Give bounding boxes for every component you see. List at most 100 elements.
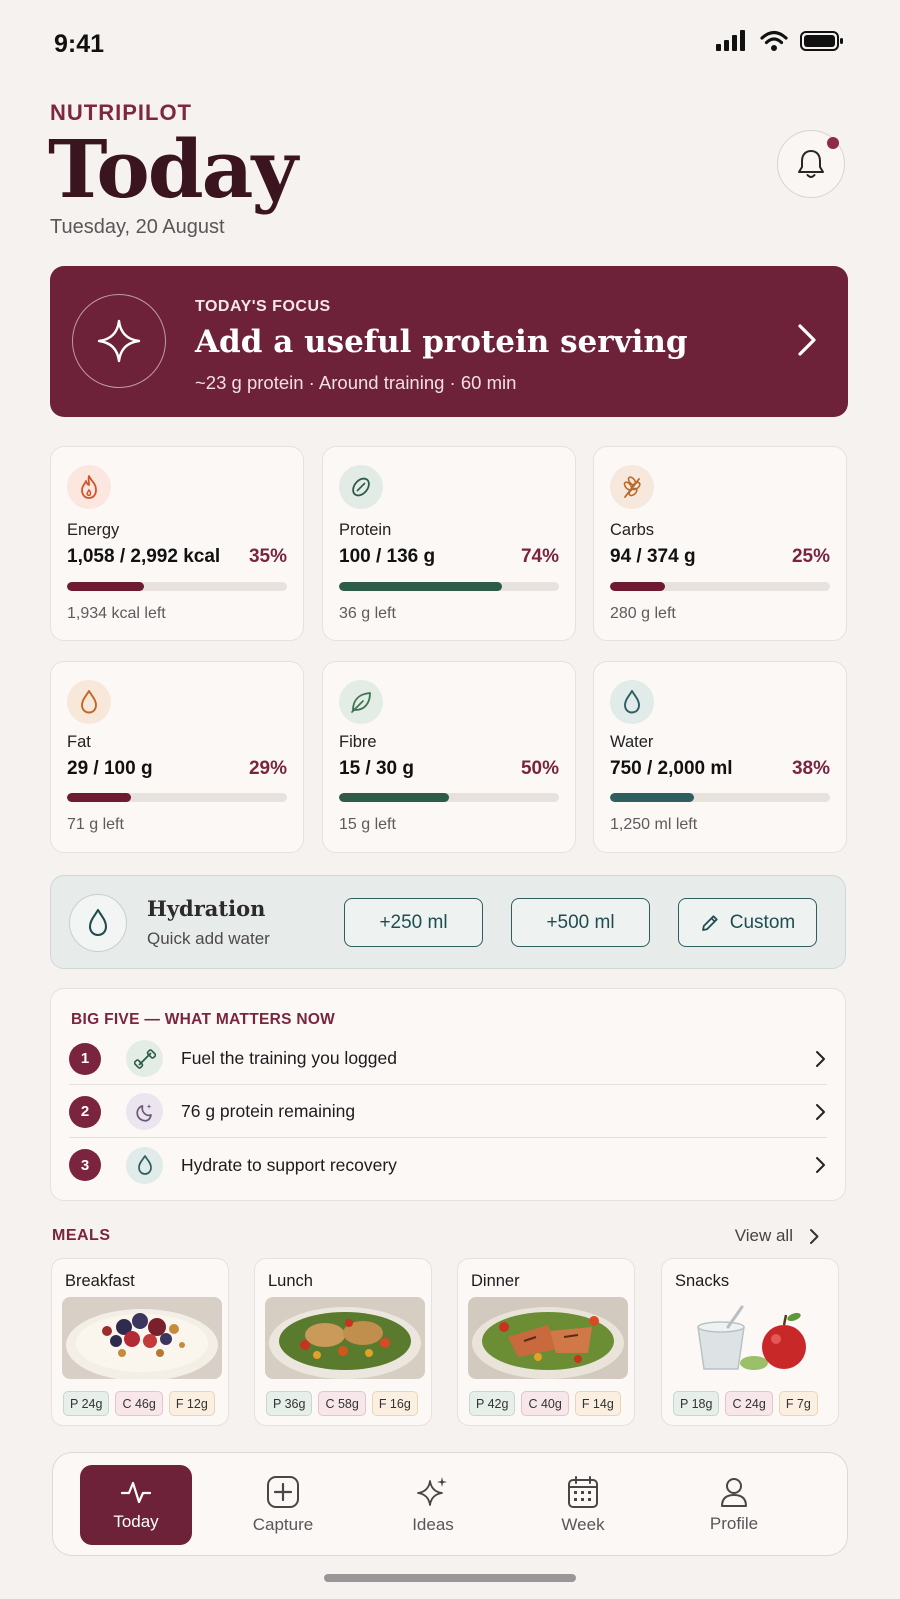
metric-card-carbs[interactable]: Carbs 94 / 374 g 25% 280 g left [593, 446, 847, 641]
battery-icon [800, 31, 843, 51]
protein-icon [339, 465, 383, 509]
big-five-item[interactable]: 2 76 g protein remaining [69, 1086, 827, 1138]
add-500ml-button[interactable]: +500 ml [511, 898, 650, 947]
macro-chips: P 42g C 40g F 14g [469, 1391, 621, 1416]
chevron-right-icon [810, 1228, 819, 1244]
progress-fill [67, 793, 131, 802]
carbs-chip: C 46g [115, 1391, 163, 1416]
meal-card-lunch[interactable]: Lunch P 36g C 58g F 16g [254, 1258, 432, 1426]
macro-chips: P 36g C 58g F 16g [266, 1391, 418, 1416]
meal-card-breakfast[interactable]: Breakfast P 24g C 46g F 12g [51, 1258, 229, 1426]
tab-label: Profile [709, 1514, 759, 1533]
item-number: 3 [69, 1149, 101, 1181]
tab-week[interactable]: Week [527, 1465, 639, 1545]
meal-name: Dinner [471, 1272, 520, 1290]
add-250ml-button[interactable]: +250 ml [344, 898, 483, 947]
metric-percent: 35% [248, 546, 287, 567]
metric-percent: 38% [791, 758, 830, 779]
tab-capture[interactable]: Capture [227, 1465, 339, 1545]
big-five-title: BIG FIVE — WHAT MATTERS NOW [71, 1011, 336, 1028]
carbs-chip: C 40g [521, 1391, 569, 1416]
metric-card-water[interactable]: Water 750 / 2,000 ml 38% 1,250 ml left [593, 661, 847, 853]
progress-fill [610, 582, 665, 591]
metric-card-energy[interactable]: Energy 1,058 / 2,992 kcal 35% 1,934 kcal… [50, 446, 304, 641]
carbs-chip: C 58g [318, 1391, 366, 1416]
tab-label: Capture [252, 1515, 314, 1534]
metric-card-fat[interactable]: Fat 29 / 100 g 29% 71 g left [50, 661, 304, 853]
meal-card-snacks[interactable]: Snacks P 18g C 24g F 7g [661, 1258, 839, 1426]
bottom-tab-bar: Today Capture Ideas Week Profile [52, 1452, 848, 1556]
cellular-signal-icon [716, 30, 745, 51]
meal-name: Snacks [675, 1272, 730, 1290]
protein-chip: P 42g [469, 1391, 516, 1416]
focus-kicker: TODAY'S FOCUS [195, 298, 331, 315]
page-title: Today [48, 122, 298, 216]
progress-fill [610, 793, 694, 802]
page-date: Tuesday, 20 August [50, 216, 225, 238]
lunch-photo [265, 1297, 425, 1379]
progress-fill [67, 582, 144, 591]
big-five-item[interactable]: 1 Fuel the training you logged [69, 1033, 827, 1085]
progress-fill [339, 793, 449, 802]
progress-track [67, 582, 287, 591]
macro-chips: P 18g C 24g F 7g [673, 1391, 818, 1416]
progress-track [339, 582, 559, 591]
tab-today[interactable]: Today [80, 1465, 192, 1545]
todays-focus-card[interactable]: TODAY'S FOCUS Add a useful protein servi… [50, 266, 848, 417]
tab-label: Ideas [412, 1515, 454, 1534]
custom-label: Custom [729, 911, 796, 933]
status-time: 9:41 [54, 30, 105, 58]
metric-card-fibre[interactable]: Fibre 15 / 30 g 50% 15 g left [322, 661, 576, 853]
metric-label: Protein [339, 521, 392, 539]
item-number: 2 [69, 1095, 101, 1128]
bell-icon [798, 150, 824, 178]
leaf-icon [339, 680, 383, 724]
meal-card-dinner[interactable]: Dinner P 42g C 40g F 14g [457, 1258, 635, 1426]
dinner-photo [468, 1297, 628, 1379]
pencil-icon [701, 914, 718, 931]
metric-label: Carbs [610, 521, 655, 539]
view-all-link[interactable]: View all [735, 1226, 820, 1246]
activity-icon [120, 1481, 152, 1504]
sparkles-icon [417, 1477, 447, 1506]
hydration-title: Hydration [147, 896, 266, 921]
protein-chip: P 24g [63, 1391, 110, 1416]
notification-dot [827, 137, 839, 149]
item-label: 76 g protein remaining [181, 1101, 356, 1121]
metric-percent: 50% [520, 758, 559, 779]
macro-chips: P 24g C 46g F 12g [63, 1391, 215, 1416]
water-drop-icon [69, 894, 127, 952]
metric-label: Water [610, 733, 654, 751]
hydration-subtitle: Quick add water [147, 929, 270, 948]
metric-card-protein[interactable]: Protein 100 / 136 g 74% 36 g left [322, 446, 576, 641]
item-label: Hydrate to support recovery [181, 1154, 397, 1175]
metric-remaining: 15 g left [339, 816, 396, 833]
fat-chip: F 14g [574, 1391, 621, 1416]
tab-label: Week [561, 1515, 605, 1534]
calendar-icon [568, 1476, 598, 1508]
metric-remaining: 36 g left [339, 605, 396, 622]
view-all-label: View all [734, 1226, 793, 1245]
home-indicator [324, 1574, 576, 1582]
protein-chip: P 18g [673, 1391, 720, 1416]
metric-remaining: 1,250 ml left [610, 816, 698, 833]
tab-profile[interactable]: Profile [678, 1465, 790, 1545]
carbs-chip: C 24g [725, 1391, 773, 1416]
metric-remaining: 1,934 kcal left [67, 605, 166, 622]
metric-value: 15 / 30 g [339, 758, 414, 779]
metric-value: 100 / 136 g [339, 546, 436, 567]
hydration-card: Hydration Quick add water +250 ml +500 m… [50, 875, 846, 969]
tab-ideas[interactable]: Ideas [377, 1465, 489, 1545]
plus-square-icon [267, 1476, 299, 1508]
focus-title: Add a useful protein serving [195, 324, 688, 360]
big-five-item[interactable]: 3 Hydrate to support recovery [69, 1139, 827, 1191]
progress-track [67, 793, 287, 802]
metric-value: 1,058 / 2,992 kcal [67, 546, 221, 567]
notifications-button[interactable] [777, 130, 845, 198]
metric-value: 750 / 2,000 ml [610, 758, 733, 779]
chevron-right-icon [798, 324, 816, 356]
progress-track [610, 793, 830, 802]
metric-remaining: 71 g left [67, 816, 124, 833]
metric-label: Fat [67, 733, 91, 751]
custom-water-button[interactable]: Custom [678, 898, 817, 947]
